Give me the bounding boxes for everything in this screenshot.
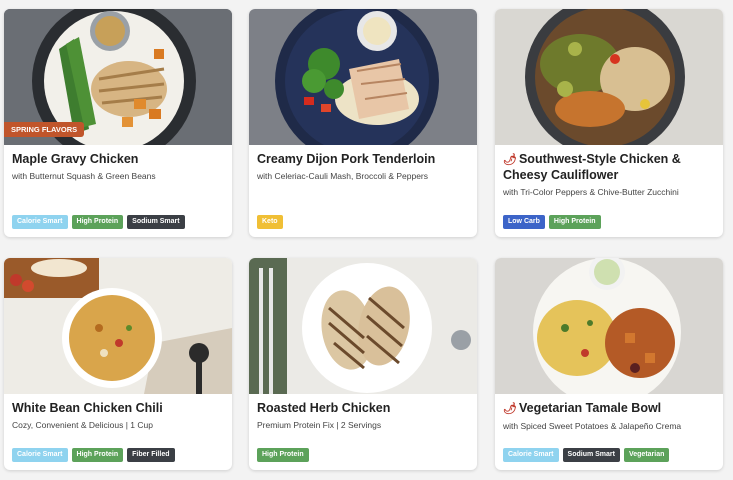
meal-subtitle: Cozy, Convenient & Delicious | 1 Cup — [12, 420, 153, 430]
meal-subtitle: with Celeriac-Cauli Mash, Broccoli & Pep… — [257, 171, 429, 181]
tag-calorie-smart: Calorie Smart — [503, 448, 559, 462]
meal-card[interactable]: 🌶 Vegetarian Tamale Bowl with Spiced Swee… — [495, 258, 723, 470]
meal-title[interactable]: 🌶 Vegetarian Tamale Bowl — [503, 401, 715, 417]
meal-subtitle: with Spiced Sweet Potatoes & Jalapeño Cr… — [503, 421, 682, 431]
meal-title-text: Southwest-Style Chicken & Cheesy Caulifl… — [503, 152, 681, 182]
tag-list: Calorie Smart High Protein Sodium Smart — [12, 215, 185, 229]
tag-low-carb: Low Carb — [503, 215, 545, 229]
tag-vegetarian: Vegetarian — [623, 448, 670, 462]
meal-subtitle: Premium Protein Fix | 2 Servings — [257, 420, 382, 430]
tag-calorie-smart: Calorie Smart — [12, 448, 68, 462]
meal-title[interactable]: 🌶 Southwest-Style Chicken & Cheesy Caulif… — [503, 152, 715, 183]
meal-card[interactable]: Creamy Dijon Pork Tenderloin with Celeri… — [249, 9, 477, 237]
spicy-pepper-icon: 🌶 — [503, 403, 517, 415]
meal-photo: SPRING FLAVORS — [4, 9, 232, 145]
meal-title[interactable]: Roasted Herb Chicken — [257, 401, 469, 416]
tag-fiber-filled: Fiber Filled — [127, 448, 175, 462]
tag-high-protein: High Protein — [257, 448, 309, 462]
meal-photo — [495, 258, 723, 394]
meal-card[interactable]: 🌶 Southwest-Style Chicken & Cheesy Caulif… — [495, 9, 723, 237]
tag-list: High Protein — [257, 448, 309, 462]
tag-high-protein: High Protein — [71, 448, 124, 462]
meal-photo — [495, 9, 723, 145]
meal-card[interactable]: White Bean Chicken Chili Cozy, Convenien… — [4, 258, 232, 470]
meal-card[interactable]: SPRING FLAVORS Maple Gravy Chicken with … — [4, 9, 232, 237]
tag-list: Keto — [257, 215, 283, 229]
meal-title[interactable]: White Bean Chicken Chili — [12, 401, 224, 416]
meal-photo — [4, 258, 232, 394]
tag-list: Calorie Smart High Protein Fiber Filled — [12, 448, 175, 462]
tag-high-protein: High Protein — [548, 215, 601, 229]
meal-subtitle: with Tri-Color Peppers & Chive-Butter Zu… — [503, 187, 679, 197]
tag-keto: Keto — [257, 215, 283, 229]
tag-list: Calorie Smart Sodium Smart Vegetarian — [503, 448, 670, 462]
meal-card[interactable]: Roasted Herb Chicken Premium Protein Fix… — [249, 258, 477, 470]
tag-high-protein: High Protein — [71, 215, 124, 229]
meal-title[interactable]: Maple Gravy Chicken — [12, 152, 224, 167]
tag-calorie-smart: Calorie Smart — [12, 215, 68, 229]
meal-photo — [249, 9, 477, 145]
meal-photo — [249, 258, 477, 394]
meal-subtitle: with Butternut Squash & Green Beans — [12, 171, 156, 181]
meal-title-text: Vegetarian Tamale Bowl — [518, 401, 662, 415]
meal-title[interactable]: Creamy Dijon Pork Tenderloin — [257, 152, 469, 167]
tag-sodium-smart: Sodium Smart — [127, 215, 185, 229]
tag-sodium-smart: Sodium Smart — [562, 448, 620, 462]
promo-ribbon: SPRING FLAVORS — [4, 122, 85, 137]
meal-grid: SPRING FLAVORS Maple Gravy Chicken with … — [0, 0, 733, 480]
tag-list: Low Carb High Protein — [503, 215, 601, 229]
spicy-pepper-icon: 🌶 — [503, 154, 517, 166]
